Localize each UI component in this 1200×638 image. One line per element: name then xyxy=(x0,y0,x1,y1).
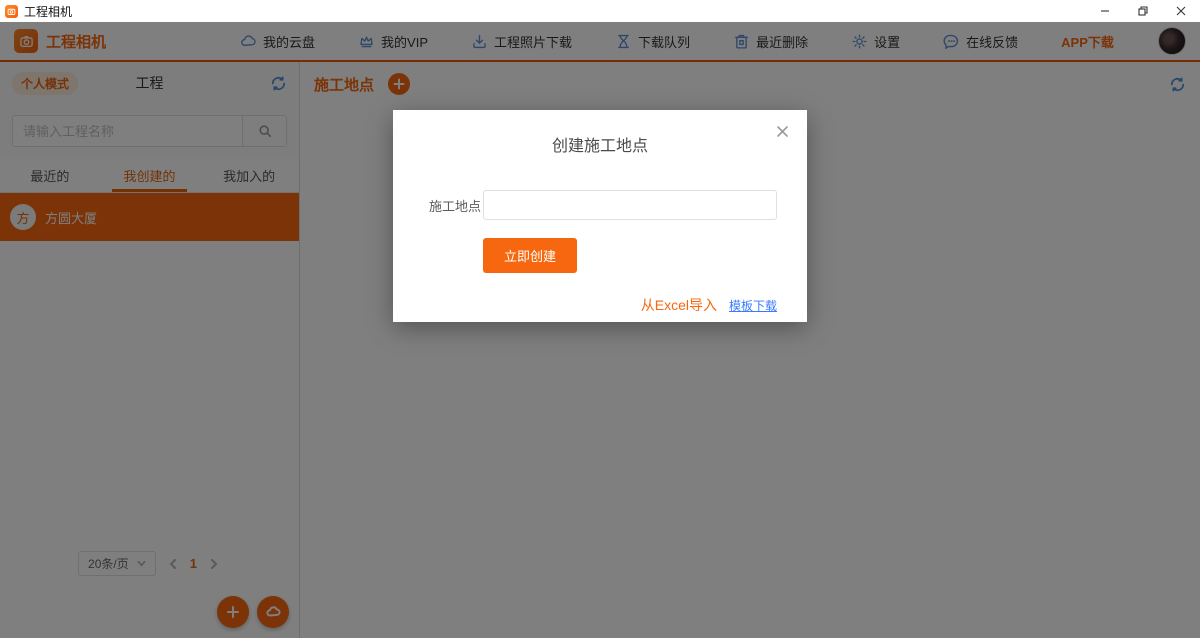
close-button[interactable] xyxy=(1162,0,1200,22)
site-name-input[interactable] xyxy=(483,190,777,220)
dialog-close-button[interactable] xyxy=(774,123,791,140)
window-title: 工程相机 xyxy=(24,3,72,20)
app-logo-icon xyxy=(5,5,18,18)
create-now-button[interactable]: 立即创建 xyxy=(483,238,577,273)
template-download-link[interactable]: 模板下载 xyxy=(729,297,777,314)
import-from-excel-link[interactable]: 从Excel导入 xyxy=(641,295,717,315)
close-icon xyxy=(777,126,788,137)
dialog-title: 创建施工地点 xyxy=(393,110,807,156)
create-site-dialog: 创建施工地点 施工地点 立即创建 从Excel导入 模板下载 xyxy=(393,110,807,322)
minimize-button[interactable] xyxy=(1086,0,1124,22)
restore-button[interactable] xyxy=(1124,0,1162,22)
window-titlebar: 工程相机 xyxy=(0,0,1200,22)
site-field-label: 施工地点 xyxy=(429,196,483,215)
app-window: 工程相机 我的云盘 我的VIP 工程照片下载 下载队列 最近删除 xyxy=(0,22,1200,638)
